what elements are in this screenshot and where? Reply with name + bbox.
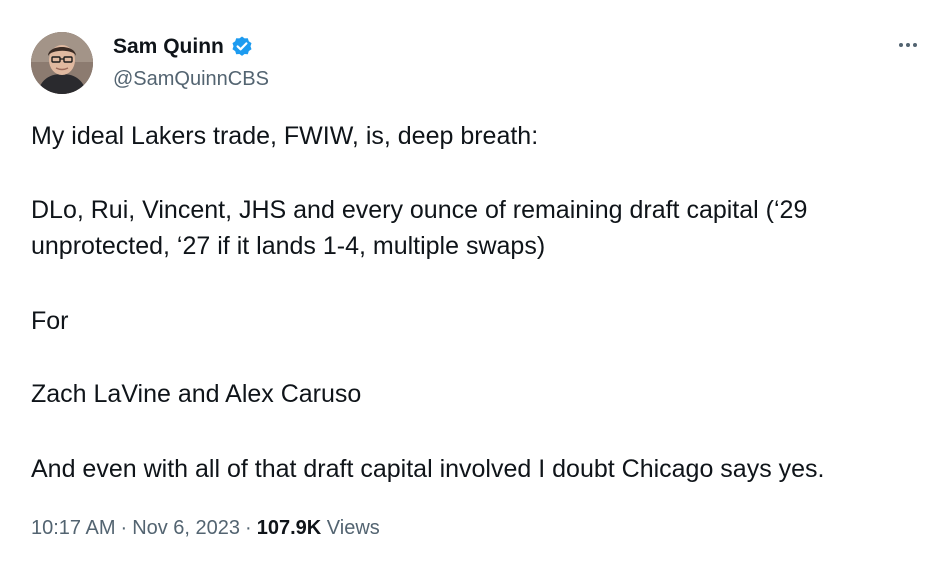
more-dot [913,43,917,47]
more-dot [906,43,910,47]
meta-separator: · [120,517,128,539]
views-label: Views [326,517,380,539]
tweet-text-line: DLo, Rui, Vincent, JHS and every ounce o… [31,196,808,224]
tweet-card: Sam Quinn @SamQuinnCBS My ideal Lakers t… [0,0,940,576]
more-horizontal-icon [899,43,903,47]
tweet-text-line: For [31,307,69,335]
more-options-button[interactable] [892,34,924,56]
avatar[interactable] [31,32,93,94]
views-count: 107.9K [256,517,322,539]
tweet-time[interactable]: 10:17 AM [31,517,116,539]
author-display-name[interactable]: Sam Quinn [113,34,224,60]
tweet-text-line: And even with all of that draft capital … [31,455,825,483]
author-handle[interactable]: @SamQuinnCBS [113,66,269,92]
tweet-date[interactable]: Nov 6, 2023 [132,517,240,539]
verified-badge-icon [230,35,254,59]
tweet-text-line: My ideal Lakers trade, FWIW, is, deep br… [31,122,539,150]
tweet-text-line: unprotected, ‘27 if it lands 1-4, multip… [31,232,546,260]
tweet-text-line: Zach LaVine and Alex Caruso [31,380,362,408]
author-name-row: Sam Quinn [113,34,254,60]
meta-separator: · [245,517,252,539]
avatar-image [31,32,93,94]
tweet-meta: 10:17 AM · Nov 6, 2023 · 107.9K Views [31,514,380,542]
